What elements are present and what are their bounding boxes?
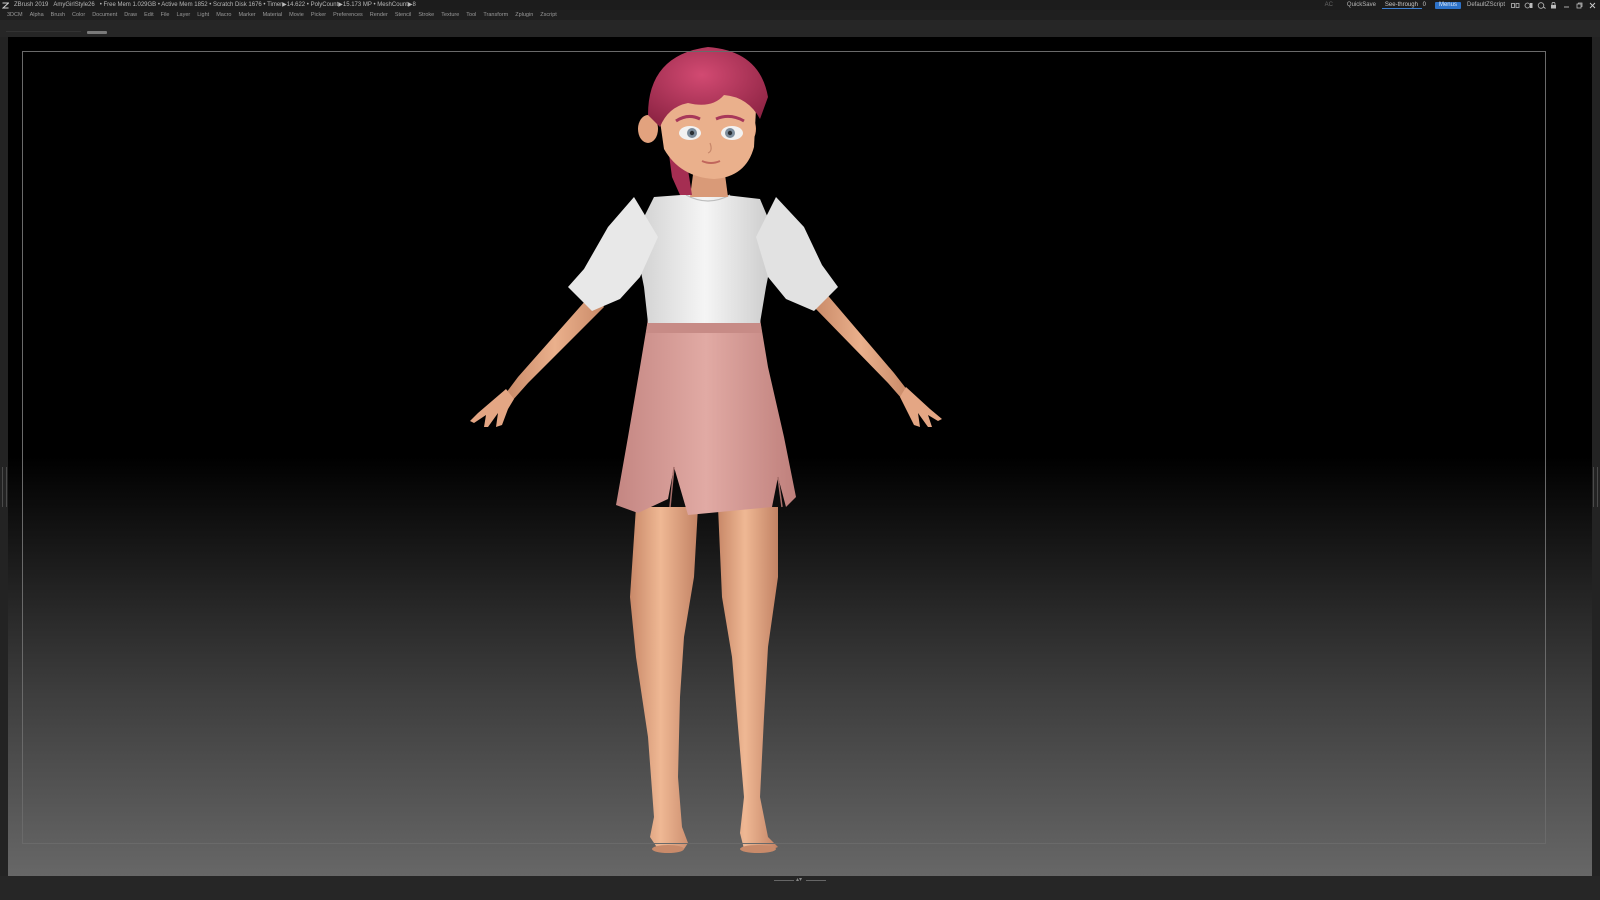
bottom-shelf-grip[interactable]: ▴▾ (774, 876, 826, 883)
menu-3dcm[interactable]: 3DCM (7, 10, 23, 20)
top-shelf (0, 20, 1600, 37)
menu-color[interactable]: Color (72, 10, 85, 20)
menu-preferences[interactable]: Preferences (333, 10, 363, 20)
head (638, 47, 768, 179)
menu-file[interactable]: File (161, 10, 170, 20)
viewport-canvas[interactable] (8, 37, 1592, 876)
left-tray (0, 37, 8, 876)
menu-stroke[interactable]: Stroke (418, 10, 434, 20)
theme-icon[interactable] (1524, 2, 1533, 9)
menu-bar: 3DCM Alpha Brush Color Document Draw Edi… (0, 10, 1600, 20)
menu-document[interactable]: Document (92, 10, 117, 20)
character-model[interactable] (8, 37, 1592, 876)
menu-draw[interactable]: Draw (124, 10, 137, 20)
left-tray-grip[interactable] (2, 467, 7, 507)
close-icon[interactable] (1589, 2, 1596, 9)
seethrough-bar (1381, 8, 1422, 9)
right-tray (1592, 37, 1600, 876)
menus-button[interactable]: Menus (1434, 1, 1461, 9)
expand-arrows-icon[interactable]: ▴▾ (796, 876, 802, 883)
left-arm (470, 291, 604, 427)
menu-brush[interactable]: Brush (51, 10, 65, 20)
legs (630, 507, 778, 853)
menu-render[interactable]: Render (370, 10, 388, 20)
status-readout: • Free Mem 1.029GB • Active Mem 1852 • S… (99, 2, 416, 8)
lock-icon[interactable] (1550, 1, 1557, 9)
menu-zplugin[interactable]: Zplugin (515, 10, 533, 20)
menu-picker[interactable]: Picker (311, 10, 326, 20)
menu-movie[interactable]: Movie (289, 10, 304, 20)
app-name: ZBrush 2019 (14, 2, 49, 8)
bottom-shelf: ▴▾ (0, 876, 1600, 900)
restore-icon[interactable] (1576, 2, 1583, 9)
menu-tool[interactable]: Tool (466, 10, 476, 20)
title-bar-left: ZBrush 2019 AmyGirlStyle26 • Free Mem 1.… (1, 0, 416, 10)
title-bar-right: AC QuickSave See-through 0 Menus Default… (1325, 0, 1596, 10)
minimize-icon[interactable] (1563, 2, 1570, 9)
right-arm (814, 291, 942, 427)
grip-line-right (806, 880, 826, 881)
blouse (568, 193, 838, 323)
layout-icon[interactable] (1511, 2, 1520, 9)
document-name: AmyGirlStyle26 (53, 2, 95, 8)
grip-line-left (774, 880, 794, 881)
shelf-divider (6, 31, 81, 32)
shelf-resize-handle[interactable] (87, 31, 107, 34)
menu-zscript[interactable]: Zscript (540, 10, 557, 20)
right-tray-grip[interactable] (1593, 467, 1598, 507)
seethrough-value: 0 (1422, 2, 1426, 8)
canvas-frame (8, 37, 1592, 876)
menu-layer[interactable]: Layer (176, 10, 190, 20)
menu-material[interactable]: Material (263, 10, 283, 20)
script-button[interactable]: DefaultZScript (1467, 0, 1505, 10)
menu-transform[interactable]: Transform (483, 10, 508, 20)
menu-edit[interactable]: Edit (144, 10, 153, 20)
menu-stencil[interactable]: Stencil (395, 10, 412, 20)
menu-texture[interactable]: Texture (441, 10, 459, 20)
title-bar: ZBrush 2019 AmyGirlStyle26 • Free Mem 1.… (0, 0, 1600, 10)
menu-macro[interactable]: Macro (216, 10, 231, 20)
quicksave-button[interactable]: QuickSave (1347, 0, 1376, 10)
skirt (616, 319, 796, 515)
seethrough-slider[interactable]: See-through 0 (1381, 0, 1429, 10)
help-icon[interactable] (1537, 1, 1546, 9)
zbrush-logo-icon[interactable] (1, 2, 10, 9)
menu-marker[interactable]: Marker (238, 10, 255, 20)
ac-button[interactable]: AC (1325, 0, 1333, 10)
menu-alpha[interactable]: Alpha (30, 10, 44, 20)
menu-light[interactable]: Light (197, 10, 209, 20)
